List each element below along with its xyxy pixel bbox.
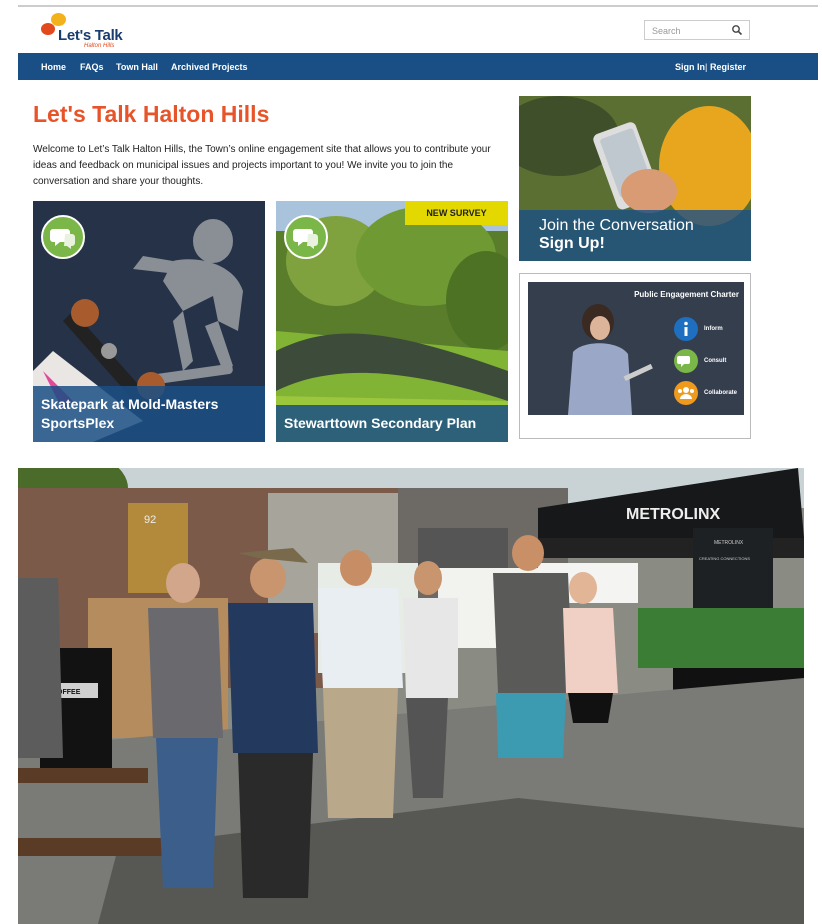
search-placeholder: Search — [652, 26, 681, 36]
nav-archived-projects[interactable]: Archived Projects — [171, 62, 248, 72]
top-divider — [18, 5, 818, 7]
logo-dot-orange — [41, 23, 55, 35]
chat-bubble-icon — [284, 215, 328, 259]
nav-separator: | — [705, 62, 708, 72]
charter-title: Public Engagement Charter — [634, 290, 739, 299]
project-title-stewarttown[interactable]: Stewarttown Secondary Plan — [276, 405, 508, 442]
search-icon[interactable] — [731, 24, 743, 36]
info-icon — [674, 317, 698, 341]
site-logo[interactable]: Let's Talk Halton Hills — [38, 12, 148, 52]
charter-item-inform: Inform — [704, 326, 723, 332]
project-card-stewarttown[interactable]: NEW SURVEY Stewarttown Secondary Plan — [276, 201, 508, 442]
logo-text: Let's Talk — [58, 27, 123, 44]
event-photo-drawing: 92 METROLINX METROLINX CREATING CONNECTI… — [18, 468, 804, 924]
nav-faqs[interactable]: FAQs — [80, 62, 104, 72]
page-title: Let's Talk Halton Hills — [33, 101, 270, 127]
project-card-skatepark[interactable]: Skatepark at Mold-Masters SportsPlex — [33, 201, 265, 442]
metrolinx-tent-text: METROLINX — [626, 506, 721, 523]
nav-home[interactable]: Home — [41, 62, 66, 72]
chat-bubble-icon — [41, 215, 85, 259]
intro-text: Welcome to Let’s Talk Halton Hills, the … — [33, 144, 491, 187]
new-survey-badge: NEW SURVEY — [405, 201, 508, 225]
event-photo: 92 METROLINX METROLINX CREATING CONNECTI… — [18, 468, 804, 924]
join-conversation-banner[interactable]: Join the Conversation Sign Up! — [519, 96, 751, 261]
engagement-charter-image[interactable]: Public Engagement Charter Inform Consult… — [528, 282, 744, 415]
search-input[interactable]: Search — [644, 20, 750, 40]
engagement-charter-box[interactable]: Public Engagement Charter Inform Consult… — [519, 273, 751, 439]
join-line1: Join the Conversation — [539, 217, 694, 234]
register-link[interactable]: Register — [710, 62, 746, 72]
sign-up-link[interactable]: Sign Up! — [539, 235, 731, 253]
chat-bubble-icon — [674, 349, 698, 373]
join-caption: Join the Conversation Sign Up! — [519, 210, 751, 261]
charter-item-collaborate: Collaborate — [704, 390, 738, 396]
project-title-skatepark[interactable]: Skatepark at Mold-Masters SportsPlex — [33, 386, 265, 442]
metrolinx-banner-text: METROLINX — [714, 540, 744, 546]
charter-item-consult: Consult — [704, 358, 727, 364]
people-icon — [674, 381, 698, 405]
main-nav: Home FAQs Town Hall Archived Projects Si… — [18, 53, 818, 80]
sign-in-link[interactable]: Sign In — [675, 62, 705, 72]
house-number: 92 — [144, 514, 156, 526]
logo-dot-yellow — [51, 13, 66, 26]
metrolinx-banner-sub: CREATING CONNECTIONS — [699, 556, 750, 561]
nav-town-hall[interactable]: Town Hall — [116, 62, 158, 72]
logo-subtext: Halton Hills — [84, 43, 115, 49]
